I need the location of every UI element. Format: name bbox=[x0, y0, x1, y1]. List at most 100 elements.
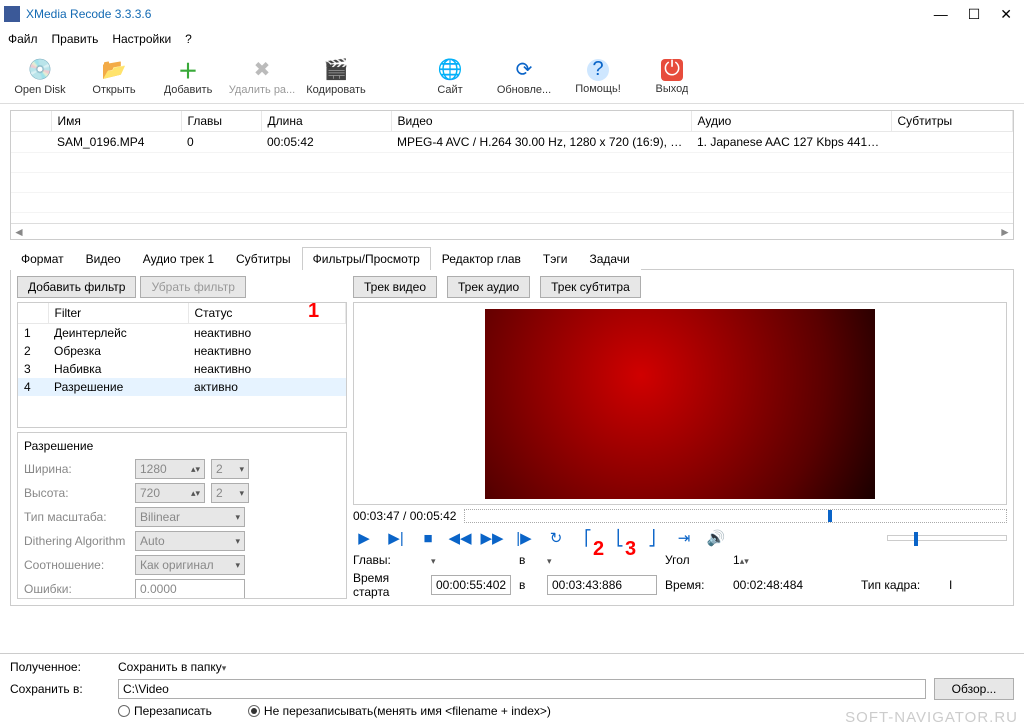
toolbar: 💿Open Disk 📂Открыть ＋Добавить ✖Удалить р… bbox=[0, 50, 1024, 104]
stop-button[interactable]: ■ bbox=[417, 527, 439, 549]
col-filter[interactable]: Filter bbox=[48, 303, 188, 324]
exit-button[interactable]: ⏻Выход bbox=[640, 53, 704, 101]
open-disk-button[interactable]: 💿Open Disk bbox=[8, 53, 72, 101]
width-spinner[interactable]: 1280▴▾ bbox=[135, 459, 205, 479]
menu-file[interactable]: Файл bbox=[8, 32, 38, 46]
tab-chapters[interactable]: Редактор глав bbox=[431, 247, 532, 270]
chapter-from-select[interactable]: ▾ bbox=[431, 553, 511, 567]
next-frame-button[interactable]: ▶| bbox=[385, 527, 407, 549]
scale-label: Тип масштаба: bbox=[24, 510, 129, 524]
rewind-button[interactable]: ◀◀ bbox=[449, 527, 471, 549]
mark-out-button[interactable]: ⎦ bbox=[641, 527, 663, 549]
tab-strip: Формат Видео Аудио трек 1 Субтитры Фильт… bbox=[10, 246, 1014, 270]
timeline: 00:03:47 / 00:05:42 bbox=[353, 509, 1007, 523]
file-list-header: Имя Главы Длина Видео Аудио Субтитры bbox=[11, 111, 1013, 132]
tab-filters-preview[interactable]: Фильтры/Просмотр bbox=[302, 247, 431, 270]
filter-row[interactable]: 2Обрезканеактивно bbox=[18, 342, 346, 360]
error-field[interactable]: 0.0000 bbox=[135, 579, 245, 599]
tab-format[interactable]: Формат bbox=[10, 247, 75, 270]
watermark: SOFT-NAVIGATOR.RU bbox=[845, 709, 1018, 726]
menu-settings[interactable]: Настройки bbox=[112, 32, 171, 46]
resolution-header: Разрешение bbox=[24, 439, 340, 453]
save-path-field[interactable]: C:\Video bbox=[118, 679, 926, 699]
col-subs[interactable]: Субтитры bbox=[891, 111, 1013, 132]
seek-thumb[interactable] bbox=[828, 510, 832, 522]
add-button[interactable]: ＋Добавить bbox=[156, 53, 220, 101]
height-spinner[interactable]: 720▴▾ bbox=[135, 483, 205, 503]
play-button[interactable]: ▶ bbox=[353, 527, 375, 549]
add-filter-button[interactable]: Добавить фильтр bbox=[17, 276, 136, 298]
mark-in-button[interactable]: ⎡ bbox=[577, 527, 599, 549]
tab-audio[interactable]: Аудио трек 1 bbox=[132, 247, 225, 270]
start-time-label: Время старта bbox=[353, 571, 423, 599]
refresh-icon: ⟳ bbox=[512, 58, 536, 82]
encode-icon: 🎬 bbox=[324, 58, 348, 82]
menu-help[interactable]: ? bbox=[185, 32, 192, 46]
width-step-select[interactable]: 2▾ bbox=[211, 459, 249, 479]
frame-type-value: I bbox=[949, 578, 979, 592]
dither-select[interactable]: Auto▾ bbox=[135, 531, 245, 551]
col-status[interactable]: Статус bbox=[188, 303, 346, 324]
close-icon[interactable]: ✕ bbox=[1000, 6, 1012, 23]
audio-track-button[interactable]: Трек аудио bbox=[447, 276, 530, 298]
overwrite-radio[interactable]: Перезаписать bbox=[118, 704, 212, 718]
angle-spinner[interactable]: 1▴▾ bbox=[733, 553, 777, 567]
ratio-label: Соотношение: bbox=[24, 558, 129, 572]
help-button[interactable]: ?Помощь! bbox=[566, 53, 630, 101]
col-name[interactable]: Имя bbox=[51, 111, 181, 132]
seek-bar[interactable] bbox=[464, 509, 1007, 523]
end-time-field[interactable]: 00:03:43:886 bbox=[547, 575, 657, 595]
globe-icon: 🌐 bbox=[438, 58, 462, 82]
file-row[interactable]: SAM_0196.MP4 0 00:05:42 MPEG-4 AVC / H.2… bbox=[11, 132, 1013, 153]
remove-button[interactable]: ✖Удалить ра... bbox=[230, 53, 294, 101]
ratio-select[interactable]: Как оригинал▾ bbox=[135, 555, 245, 575]
volume-thumb[interactable] bbox=[914, 532, 918, 546]
col-audio[interactable]: Аудио bbox=[691, 111, 891, 132]
height-label: Высота: bbox=[24, 486, 129, 500]
col-chapters[interactable]: Главы bbox=[181, 111, 261, 132]
filter-row[interactable]: 1Деинтерлейснеактивно bbox=[18, 324, 346, 343]
subtitle-track-button[interactable]: Трек субтитра bbox=[540, 276, 641, 298]
update-button[interactable]: ⟳Обновле... bbox=[492, 53, 556, 101]
tab-tags[interactable]: Тэги bbox=[532, 247, 579, 270]
tab-subtitles[interactable]: Субтитры bbox=[225, 247, 302, 270]
encode-button[interactable]: 🎬Кодировать bbox=[304, 53, 368, 101]
height-step-select[interactable]: 2▾ bbox=[211, 483, 249, 503]
export-range-button[interactable]: ⇥ bbox=[673, 527, 695, 549]
video-frame bbox=[485, 309, 875, 499]
video-track-button[interactable]: Трек видео bbox=[353, 276, 437, 298]
filter-list: FilterСтатус 1Деинтерлейснеактивно 2Обре… bbox=[17, 302, 347, 428]
file-row-empty bbox=[11, 173, 1013, 193]
menu-edit[interactable]: Править bbox=[52, 32, 99, 46]
browse-button[interactable]: Обзор... bbox=[934, 678, 1014, 700]
filter-row[interactable]: 3Набивканеактивно bbox=[18, 360, 346, 378]
tab-jobs[interactable]: Задачи bbox=[578, 247, 640, 270]
loop-button[interactable]: ↻ bbox=[545, 527, 567, 549]
folder-open-icon: 📂 bbox=[102, 58, 126, 82]
col-video[interactable]: Видео bbox=[391, 111, 691, 132]
file-row-empty bbox=[11, 193, 1013, 213]
chapter-to-select[interactable]: ▾ bbox=[547, 553, 657, 567]
site-button[interactable]: 🌐Сайт bbox=[418, 53, 482, 101]
filter-row[interactable]: 4Разрешениеактивно bbox=[18, 378, 346, 396]
maximize-icon[interactable]: ☐ bbox=[968, 6, 981, 23]
open-file-button[interactable]: 📂Открыть bbox=[82, 53, 146, 101]
forward-button[interactable]: ▶▶ bbox=[481, 527, 503, 549]
minimize-icon[interactable]: — bbox=[934, 6, 948, 23]
file-list: Имя Главы Длина Видео Аудио Субтитры SAM… bbox=[10, 110, 1014, 240]
frame-type-label: Тип кадра: bbox=[861, 578, 941, 592]
volume-slider[interactable] bbox=[887, 535, 1007, 541]
start-time-field[interactable]: 00:00:55:402 bbox=[431, 575, 511, 595]
step-forward-button[interactable]: |▶ bbox=[513, 527, 535, 549]
width-label: Ширина: bbox=[24, 462, 129, 476]
scale-select[interactable]: Bilinear▾ bbox=[135, 507, 245, 527]
col-length[interactable]: Длина bbox=[261, 111, 391, 132]
remove-filter-button[interactable]: Убрать фильтр bbox=[140, 276, 245, 298]
mark-button[interactable]: ⎣ bbox=[609, 527, 631, 549]
no-overwrite-radio[interactable]: Не перезаписывать(менять имя <filename +… bbox=[248, 704, 551, 718]
volume-icon[interactable]: 🔊 bbox=[705, 527, 727, 549]
hscrollbar[interactable]: ◄► bbox=[11, 223, 1013, 239]
tab-video[interactable]: Видео bbox=[75, 247, 132, 270]
received-select[interactable]: Сохранить в папку▾ bbox=[118, 660, 248, 674]
video-preview[interactable] bbox=[353, 302, 1007, 505]
